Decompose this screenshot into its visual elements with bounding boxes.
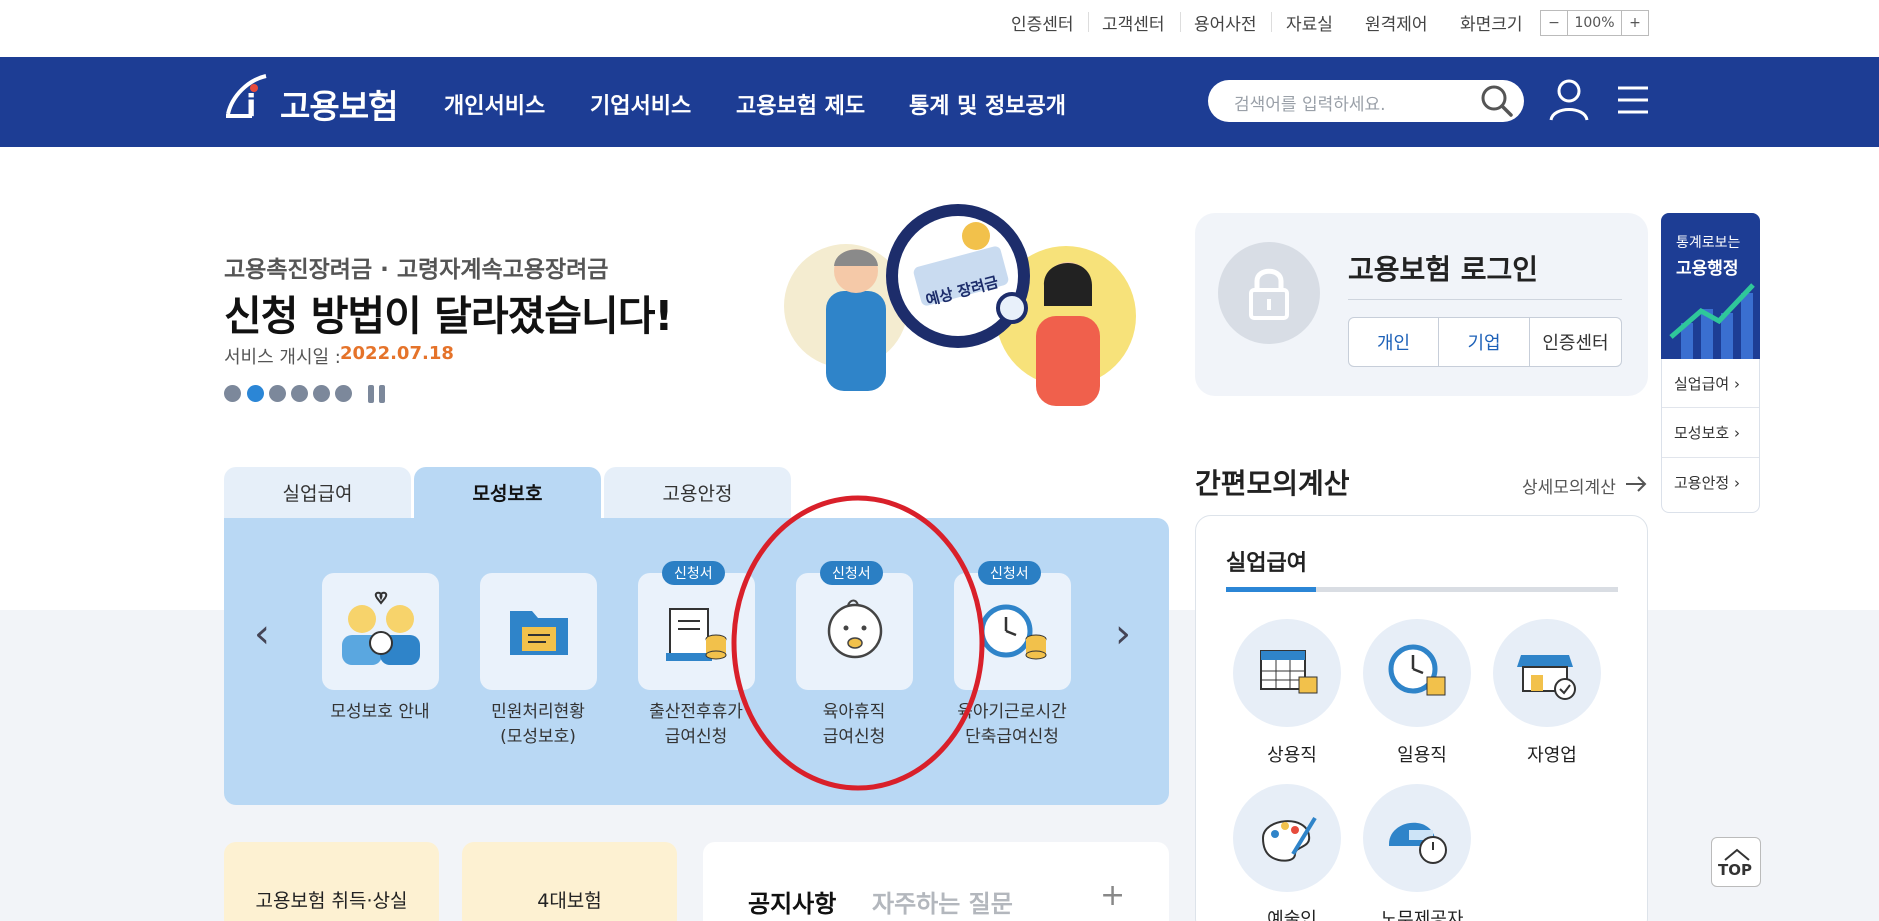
tab-unemployment[interactable]: 실업급여 [224,467,411,518]
side-link-unemployment[interactable]: 실업급여 › [1674,373,1740,394]
calculator-title: 간편모의계산 [1195,467,1350,500]
tab-maternity[interactable]: 모성보호 [414,467,601,518]
pause-icon[interactable] [366,384,388,408]
calc-label[interactable]: 상용직 [1227,741,1357,767]
screen-size-label: 화면크기 [1460,15,1523,35]
calc-label[interactable]: 일용직 [1357,741,1487,767]
util-link-remote[interactable]: 원격제어 [1365,10,1428,35]
slide-dot[interactable] [335,385,352,402]
slide-dot[interactable] [313,385,330,402]
svg-text:i: i [246,89,256,122]
calendar-coin-icon [1260,650,1318,694]
search-icon[interactable] [1480,84,1514,122]
side-link-maternity[interactable]: 모성보호 › [1674,422,1740,443]
service-status[interactable] [480,573,597,690]
banner-date-label: 서비스 개시일 : [224,347,341,368]
login-business-button[interactable]: 기업 [1438,317,1530,367]
util-link-library[interactable]: 자료실 [1286,10,1333,35]
side-divider [1662,457,1759,458]
util-divider [1180,12,1181,32]
tab-notice[interactable]: 공지사항 [748,884,836,919]
prev-arrow-icon[interactable]: ‹ [254,611,270,657]
login-title: 고용보험 로그인 [1348,253,1539,286]
zoom-level: 100% [1567,10,1622,36]
more-plus-icon[interactable]: + [1100,878,1125,913]
logo-text[interactable]: 고용보험 [280,80,398,128]
tab-faq[interactable]: 자주하는 질문 [872,884,1013,919]
nav-business[interactable]: 기업서비스 [590,88,691,120]
calc-regular-button[interactable] [1233,619,1341,727]
user-icon[interactable] [1548,78,1590,126]
palette-icon [1261,816,1317,862]
util-link-glossary[interactable]: 용어사전 [1194,10,1257,35]
service-maternity-guide[interactable] [322,573,439,690]
calc-labor-provider-button[interactable] [1363,784,1471,892]
nav-statistics[interactable]: 통계 및 정보공개 [909,88,1066,120]
arrow-right-icon[interactable] [1625,475,1647,497]
banner-date: 2022.07.18 [340,343,454,364]
stats-banner-line1: 통계로보는 [1676,235,1741,251]
zoom-out-button[interactable]: − [1540,10,1568,36]
family-icon [342,591,420,665]
calc-selfemployed-button[interactable] [1493,619,1601,727]
util-link-cert[interactable]: 인증센터 [1011,10,1074,35]
detail-calculator-link[interactable]: 상세모의계산 [1522,473,1616,498]
login-cert-button[interactable]: 인증센터 [1529,317,1622,367]
search-placeholder: 검색어를 입력하세요. [1234,95,1386,115]
slide-dot[interactable] [224,385,241,402]
quick-card-insurance-label[interactable]: 고용보험 취득·상실 [224,886,439,913]
zoom-in-button[interactable]: + [1621,10,1649,36]
calc-daily-button[interactable] [1363,619,1471,727]
service-label[interactable]: 모성보호 안내 [300,700,460,725]
calc-label[interactable]: 자영업 [1487,741,1617,767]
side-divider [1662,407,1759,408]
application-badge: 신청서 [662,561,725,585]
login-personal-button[interactable]: 개인 [1348,317,1439,367]
calc-artist-button[interactable] [1233,784,1341,892]
slide-dot[interactable] [291,385,308,402]
slide-dot[interactable] [269,385,286,402]
menu-icon[interactable] [1616,84,1650,120]
store-icon [1517,655,1576,700]
nav-personal[interactable]: 개인서비스 [444,88,545,120]
annotation-circle [728,493,988,797]
util-divider [1088,12,1089,32]
calc-label[interactable]: 노무제공자 [1357,905,1487,921]
login-divider [1348,299,1622,300]
lock-icon [1249,266,1289,324]
calculator-tab-indicator [1226,587,1316,592]
nav-system[interactable]: 고용보험 제도 [736,88,865,120]
banner-title[interactable]: 신청 방법이 달라졌습니다! [224,282,673,342]
scroll-top-label[interactable]: TOP [1718,861,1752,879]
calc-label[interactable]: 예술인 [1227,905,1357,921]
util-link-customer[interactable]: 고객센터 [1102,10,1165,35]
folder-icon [510,611,568,655]
banner-subtitle: 고용촉진장려금 · 고령자계속고용장려금 [224,257,609,283]
logo-icon[interactable]: i [222,72,274,124]
banner-illustration: 예상 장려금 [776,196,1136,415]
stats-banner-line2: 고용행정 [1676,259,1739,279]
next-arrow-icon[interactable]: › [1115,611,1131,657]
side-link-stability[interactable]: 고용안정 › [1674,472,1740,493]
calculator-tab[interactable]: 실업급여 [1226,545,1307,577]
helmet-clock-icon [1389,822,1447,864]
clock-coin-icon [1388,644,1446,696]
util-divider [1271,12,1272,32]
slide-dot-active[interactable] [247,385,264,402]
service-label[interactable]: 민원처리현황 (모성보호) [458,700,618,750]
quick-card-four-insurance-label[interactable]: 4대보험 [462,886,677,913]
